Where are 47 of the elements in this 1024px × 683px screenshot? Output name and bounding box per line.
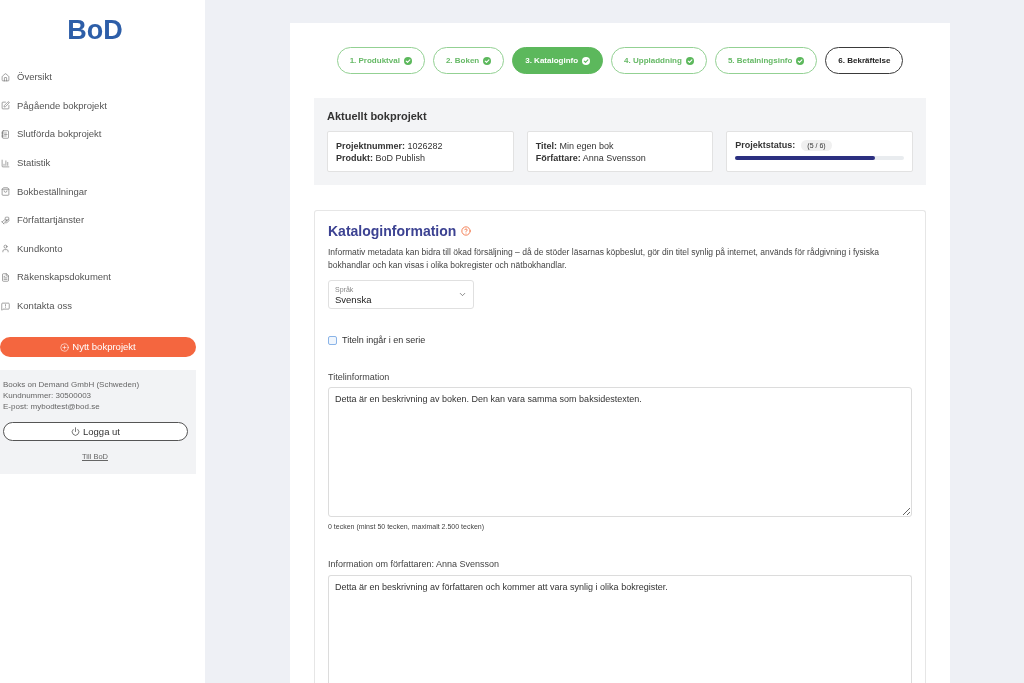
- check-icon: [685, 56, 694, 65]
- description-text: Informativ metadata kan bidra till ökad försäljning – då de stöder läsarnas köpbeslut, gör din titel synlig på internet, används för rådgivning i fysiska bokhandlar och kan visas i olika bokregister och nätbokhandlar.: [328, 246, 880, 272]
- text-area[interactable]: Detta är en beskrivning av boken. Den kan vara samma som baksidestexten.: [328, 387, 912, 517]
- info-text: Projektnummer: 1026282: [336, 140, 443, 152]
- checkbox[interactable]: [328, 335, 337, 345]
- text-area[interactable]: Detta är en beskrivning av författaren och kommer att vara synlig i olika bokregister.: [328, 575, 912, 683]
- pencil-square-icon: [1, 101, 10, 111]
- notebook-icon: [1, 130, 10, 139]
- home-icon: [1, 72, 10, 82]
- section-heading: Kataloginformation: [328, 222, 457, 240]
- nav-item[interactable]: Slutförda bokprojekt: [0, 128, 102, 141]
- hand-heart-icon: [1, 215, 10, 225]
- nav-item[interactable]: Författartjänster: [0, 214, 85, 227]
- check-icon: [483, 56, 492, 65]
- chevron-down-icon: [458, 290, 467, 299]
- shopping-bag-icon: [1, 187, 10, 197]
- checkbox-label: Titeln ingår i en serie: [342, 334, 426, 346]
- nav-item[interactable]: Översikt: [0, 71, 52, 84]
- nav-item[interactable]: Kundkonto: [0, 242, 63, 255]
- logout-button[interactable]: Logga ut: [3, 422, 188, 442]
- nav-item[interactable]: Pågående bokprojekt: [0, 99, 107, 112]
- account-info-text: E-post: mybodtest@bod.se: [3, 401, 100, 413]
- nav-item[interactable]: Kontakta oss: [0, 300, 72, 313]
- field-label: Titelinformation: [328, 371, 390, 383]
- bar-chart-icon: [1, 158, 10, 168]
- document-icon: [1, 272, 10, 282]
- account-info-text: Books on Demand GmbH (Schweden): [3, 379, 140, 391]
- user-icon: [1, 244, 10, 254]
- section-title: Aktuellt bokprojekt: [327, 109, 427, 123]
- nav-item[interactable]: Statistik: [0, 157, 51, 170]
- message-alert-icon: [1, 301, 10, 311]
- info-text: Titel: Min egen bok: [535, 140, 614, 152]
- check-icon: [582, 56, 591, 65]
- check-icon: [796, 56, 805, 65]
- nav-item[interactable]: Räkenskapsdokument: [0, 271, 111, 284]
- plus-circle-icon: [60, 342, 70, 352]
- logo: BoD: [67, 14, 123, 46]
- check-icon: [403, 56, 412, 65]
- status-label: Projektstatus:: [735, 139, 796, 151]
- power-icon: [71, 427, 80, 437]
- step-tab[interactable]: 6. Bekräftelse: [825, 47, 904, 74]
- account-info-text: Kundnummer: 30500003: [3, 390, 92, 402]
- help-icon: [461, 226, 472, 236]
- field-label: Information om författaren: Anna Svensson: [328, 558, 500, 570]
- info-text: Författare: Anna Svensson: [535, 152, 646, 164]
- info-text: Produkt: BoD Publish: [336, 152, 426, 164]
- nav-item[interactable]: Bokbeställningar: [0, 185, 88, 198]
